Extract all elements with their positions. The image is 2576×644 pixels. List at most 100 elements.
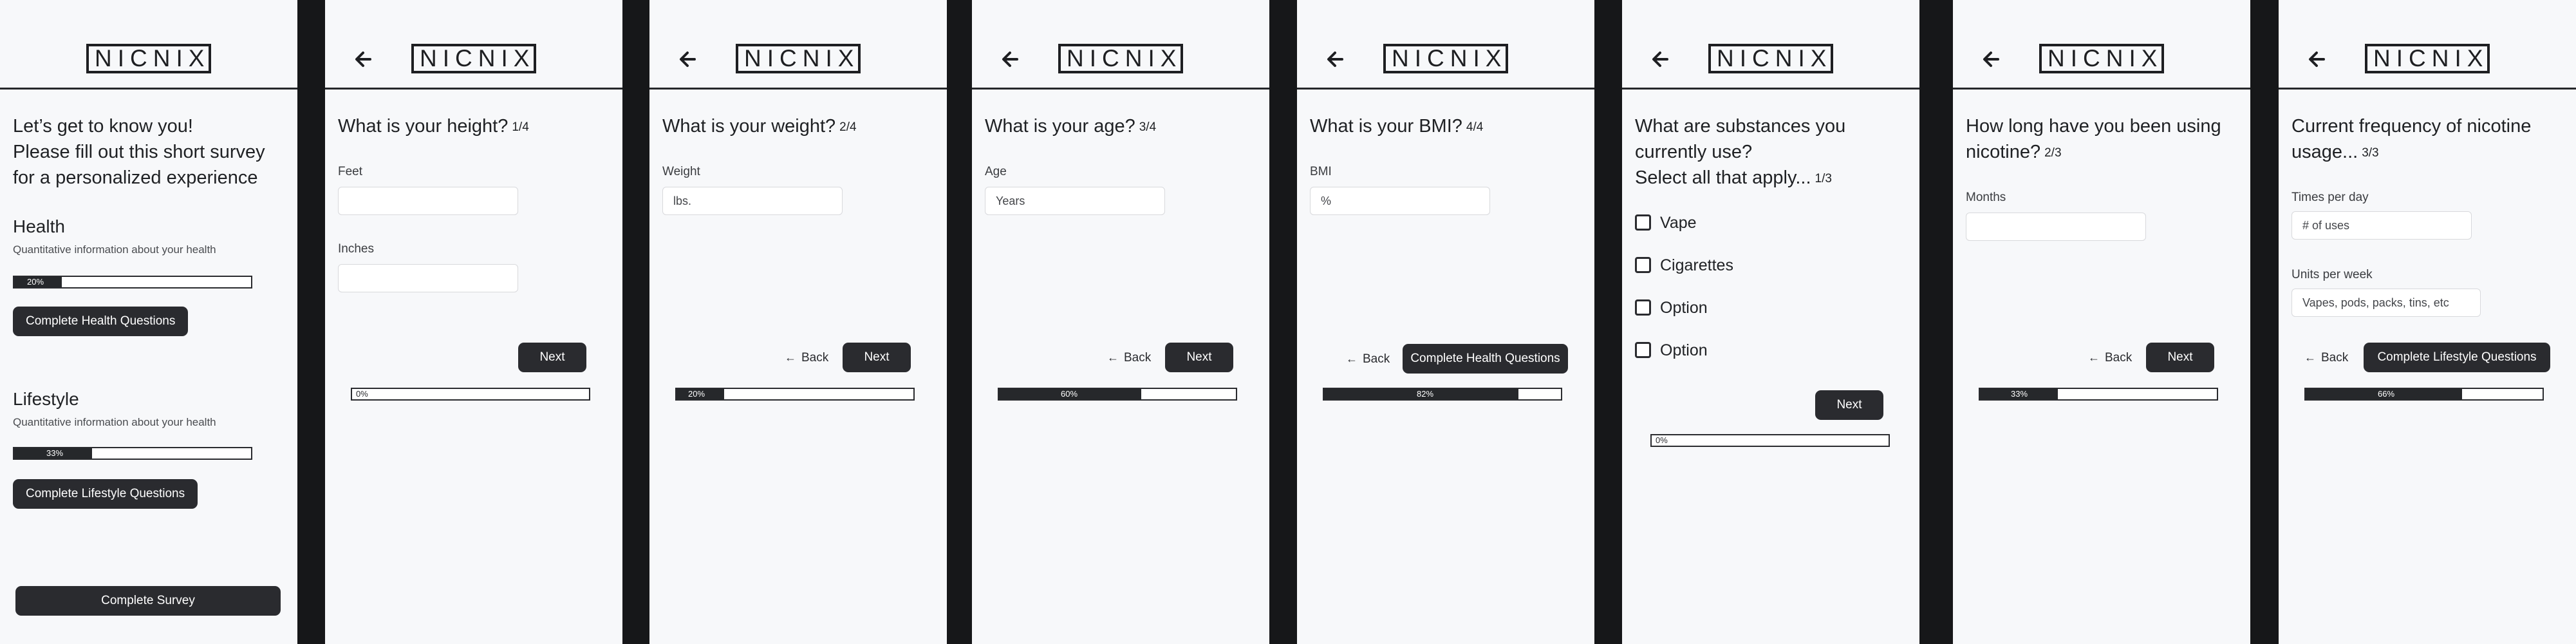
bmi-label: BMI [1310, 165, 1332, 178]
complete-health-questions-button[interactable]: Complete Health Questions [1403, 344, 1568, 374]
screen-intro: NICNIX Let’s get to know you! Please fil… [0, 0, 297, 644]
option-label: Option [1660, 299, 1708, 317]
back-button[interactable]: ← Back [785, 345, 828, 370]
option-4[interactable]: Option [1635, 340, 1708, 361]
screen-substances: NICNIX What are substances you currently… [1622, 0, 1919, 644]
health-section-subtitle: Quantitative information about your heal… [13, 243, 216, 256]
app-header: NICNIX [0, 0, 297, 90]
screen-frequency: NICNIX Current frequency of nicotine usa… [2279, 0, 2576, 644]
complete-survey-button[interactable]: Complete Survey [15, 586, 281, 616]
complete-lifestyle-questions-button[interactable]: Complete Lifestyle Questions [13, 479, 198, 509]
complete-lifestyle-questions-button[interactable]: Complete Lifestyle Questions [2364, 343, 2550, 372]
progress-label: 20% [688, 389, 705, 399]
question-text: What is your age? [985, 116, 1135, 137]
screens-strip: NICNIX Let’s get to know you! Please fil… [0, 0, 2576, 644]
times-per-day-input[interactable]: # of uses [2291, 211, 2472, 240]
option-cigarettes[interactable]: Cigarettes [1635, 255, 1733, 276]
checkbox[interactable] [1635, 257, 1651, 273]
progress-label: 0% [1656, 435, 1668, 445]
intro-line-2: Please fill out this short survey [13, 142, 265, 162]
back-button[interactable]: ← Back [1346, 346, 1390, 372]
back-arrow-icon[interactable] [998, 46, 1023, 72]
question-title: What is your age? 3/4 [985, 113, 1249, 140]
arrow-left-icon: ← [2088, 351, 2100, 364]
back-button-label: Back [1363, 352, 1390, 366]
back-button-label: Back [801, 351, 829, 365]
back-arrow-icon[interactable] [2304, 46, 2330, 72]
question-title: What is your weight? 2/4 [662, 113, 926, 140]
survey-progress-bar: 66% [2304, 388, 2544, 401]
back-arrow-icon[interactable] [675, 46, 701, 72]
question-counter: 2/3 [2044, 146, 2062, 160]
age-input[interactable]: Years [985, 187, 1165, 215]
option-label: Cigarettes [1660, 256, 1733, 274]
screen-weight: NICNIX What is your weight? 2/4 Weight lb… [649, 0, 947, 644]
option-label: Vape [1660, 214, 1697, 232]
units-per-week-label: Units per week [2291, 268, 2373, 281]
intro-line-3: for a personalized experience [13, 167, 258, 188]
complete-health-questions-button[interactable]: Complete Health Questions [13, 307, 189, 336]
lifestyle-section-subtitle: Quantitative information about your heal… [13, 416, 216, 428]
question-counter: 3/3 [2362, 146, 2379, 160]
survey-progress-bar: 33% [1979, 388, 2218, 401]
bmi-input[interactable]: % [1310, 187, 1490, 215]
back-button[interactable]: ← Back [1107, 345, 1151, 370]
question-counter: 1/3 [1815, 172, 1832, 185]
back-arrow-icon[interactable] [1648, 46, 1674, 72]
question-text: What is your height? [338, 116, 509, 137]
months-input[interactable] [1966, 213, 2146, 241]
units-per-week-input[interactable]: Vapes, pods, packs, tins, etc [2291, 289, 2481, 317]
feet-input[interactable] [338, 187, 518, 215]
lifestyle-progress-label: 33% [46, 448, 64, 458]
checkbox[interactable] [1635, 342, 1651, 358]
question-text: What is your BMI? [1310, 116, 1462, 137]
next-button[interactable]: Next [1815, 390, 1883, 420]
question-counter: 3/4 [1139, 120, 1157, 134]
back-button-label: Back [1124, 351, 1152, 365]
intro-heading: Let’s get to know you! Please fill out t… [13, 113, 265, 191]
nicnix-logo: NICNIX [2365, 44, 2490, 73]
nicnix-logo: NICNIX [411, 44, 536, 73]
intro-line-1: Let’s get to know you! [13, 116, 193, 137]
months-label: Months [1966, 191, 2006, 204]
nicnix-logo: NICNIX [86, 44, 211, 73]
survey-progress-bar: 20% [675, 388, 915, 401]
option-3[interactable]: Option [1635, 298, 1708, 318]
app-header: NICNIX [325, 0, 622, 90]
question-line-2: nicotine? [1966, 142, 2041, 162]
lifestyle-progress-bar: 33% [13, 447, 252, 460]
next-button[interactable]: Next [2146, 343, 2214, 372]
question-line-2: usage... [2291, 142, 2358, 162]
back-arrow-icon[interactable] [1979, 46, 2004, 72]
app-header: NICNIX [649, 0, 947, 90]
nicnix-logo: NICNIX [1708, 44, 1833, 73]
checkbox[interactable] [1635, 214, 1651, 231]
question-line-1: How long have you been using [1966, 116, 2221, 137]
question-line-1: What are substances you [1635, 116, 1846, 137]
next-button[interactable]: Next [1165, 343, 1233, 372]
weight-input[interactable]: lbs. [662, 187, 843, 215]
survey-progress-bar: 82% [1323, 388, 1562, 401]
app-header: NICNIX [1622, 0, 1919, 90]
nicnix-logo: NICNIX [736, 44, 861, 73]
inches-input[interactable] [338, 264, 518, 292]
nicnix-logo: NICNIX [1383, 44, 1508, 73]
back-arrow-icon[interactable] [351, 46, 377, 72]
checkbox[interactable] [1635, 299, 1651, 316]
weight-label: Weight [662, 165, 700, 178]
next-button[interactable]: Next [843, 343, 911, 372]
back-arrow-icon[interactable] [1323, 46, 1349, 72]
age-label: Age [985, 165, 1007, 178]
next-button[interactable]: Next [518, 343, 586, 372]
survey-progress-bar: 60% [998, 388, 1237, 401]
question-counter: 2/4 [839, 120, 857, 134]
back-button[interactable]: ← Back [2088, 345, 2132, 370]
arrow-left-icon: ← [2304, 351, 2316, 364]
app-header: NICNIX [1297, 0, 1594, 90]
health-progress-label: 20% [27, 277, 44, 287]
option-vape[interactable]: Vape [1635, 213, 1697, 233]
lifestyle-section-title: Lifestyle [13, 389, 79, 409]
question-line-1: Current frequency of nicotine [2291, 116, 2532, 137]
health-progress-bar: 20% [13, 276, 252, 289]
back-button[interactable]: ← Back [2304, 345, 2348, 370]
